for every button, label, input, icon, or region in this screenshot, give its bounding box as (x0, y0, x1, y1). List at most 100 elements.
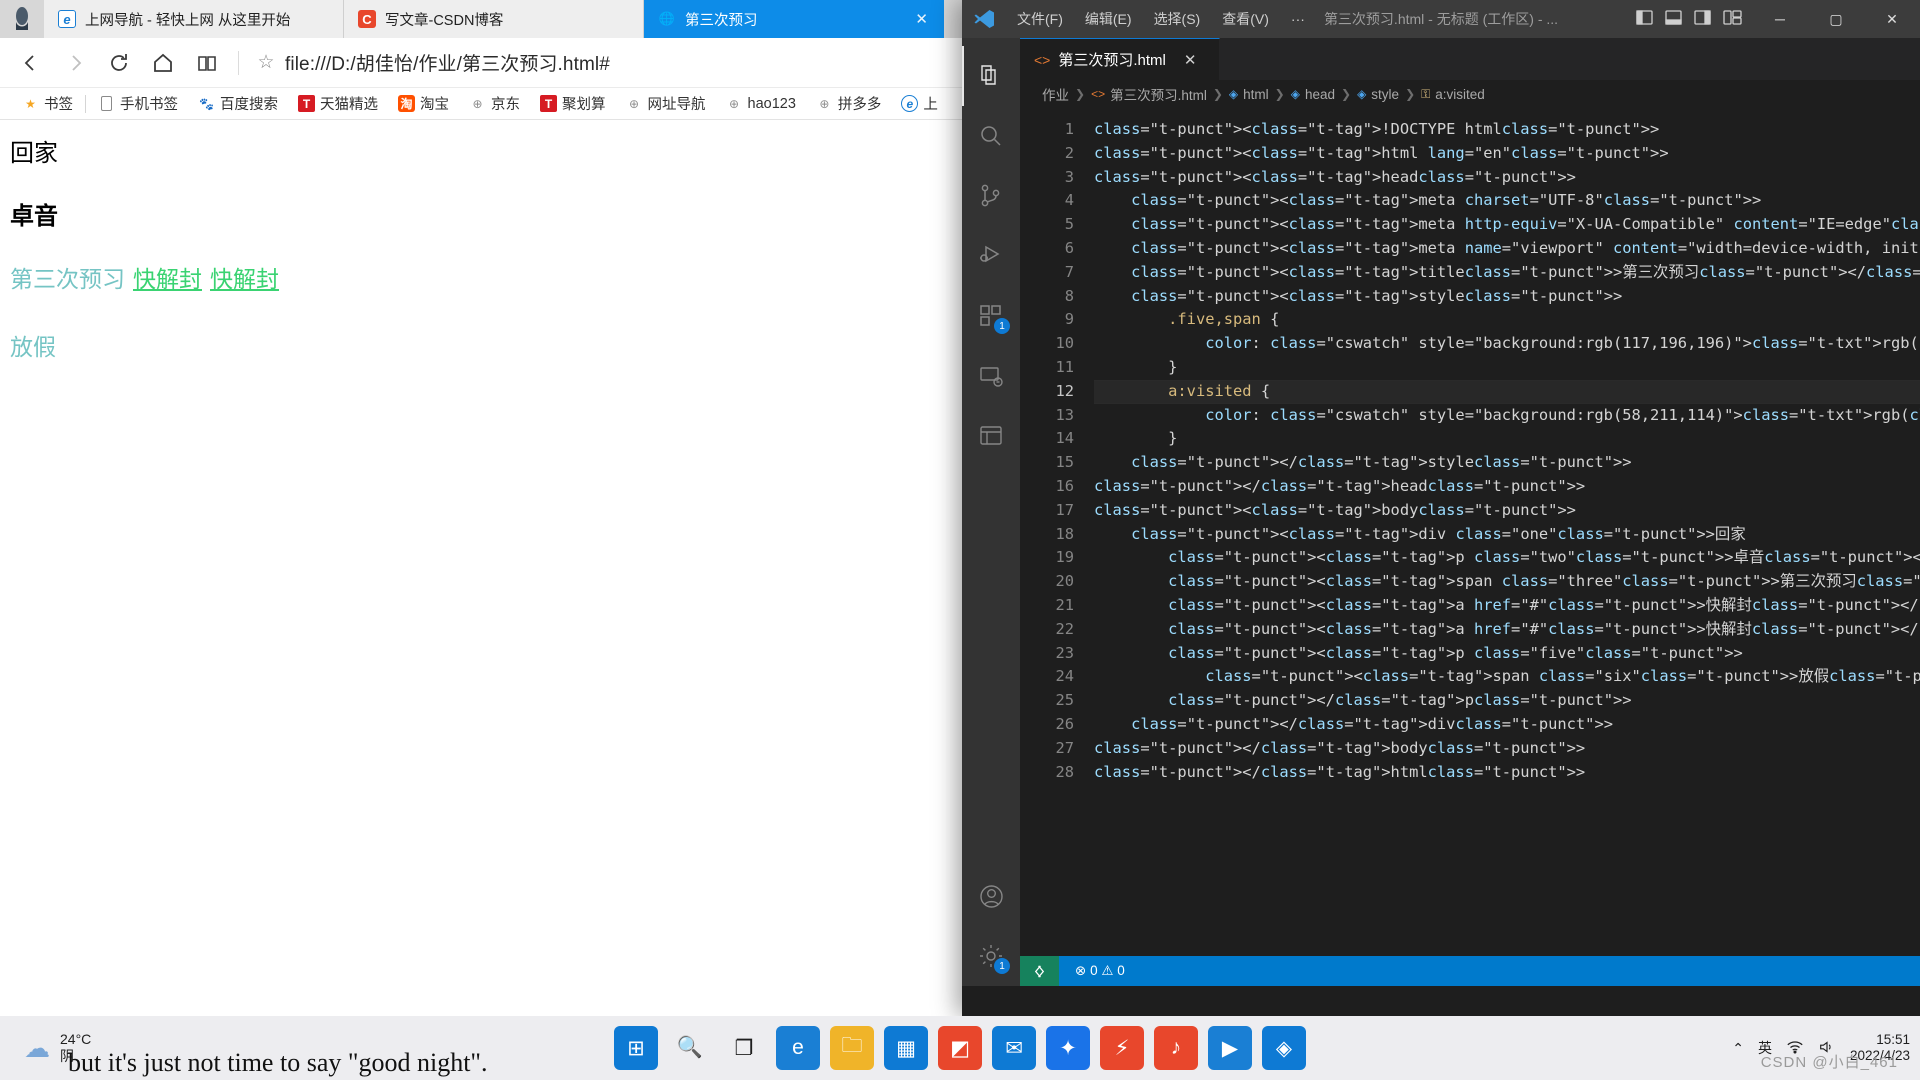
mail-icon[interactable]: ✉ (992, 1026, 1036, 1070)
bookmark-item-6[interactable]: T 聚划算 (530, 93, 616, 114)
task-view-icon[interactable]: ❐ (722, 1026, 766, 1070)
vscode-taskbar-icon[interactable]: ◈ (1262, 1026, 1306, 1070)
editor-tab-active[interactable]: <> 第三次预习.html ✕ (1020, 38, 1220, 80)
test-explorer-icon[interactable] (962, 406, 1020, 466)
menu-edit[interactable]: 编辑(E) (1074, 6, 1143, 32)
tmall-icon: T (298, 95, 315, 112)
bookmark-item-9[interactable]: ⊕ 拼多多 (806, 93, 892, 114)
error-count: 0 (1090, 963, 1098, 978)
video-app-icon[interactable]: ▶ (1208, 1026, 1252, 1070)
panel-right-icon[interactable] (1694, 10, 1711, 28)
close-icon[interactable]: ✕ (915, 10, 928, 28)
breadcrumb-item-5[interactable]: ⚿ a:visited (1421, 87, 1485, 102)
bookmark-item-4[interactable]: 淘 淘宝 (388, 93, 459, 114)
bookmark-item-8[interactable]: ⊕ hao123 (716, 95, 806, 112)
watermark: CSDN @小白_461 (1760, 1054, 1898, 1071)
breadcrumb-item-1[interactable]: <> 第三次预习.html (1091, 84, 1207, 104)
layout-grid-icon[interactable] (1723, 10, 1742, 28)
windows-taskbar: ☁ 24°C 阴 ⊞ 🔍 ❐ e 🗀 ▦ ◩ ✉ ✦ ⚡ ♪ ▶ ◈ ⌃ 英 15:51 2022/4/… (0, 1016, 1920, 1080)
bookmark-star-icon[interactable]: ☆ (249, 51, 283, 74)
home-button[interactable] (142, 42, 184, 84)
bookmark-app-icon[interactable]: ✦ (1046, 1026, 1090, 1070)
vscode-window-controls: ─ ▢ ✕ (1752, 0, 1920, 38)
minimize-button[interactable]: ─ (1752, 0, 1808, 38)
bookmark-divider (85, 94, 86, 113)
panel-left-icon[interactable] (1636, 10, 1653, 28)
bookmark-label: 淘宝 (420, 97, 449, 113)
source-control-icon[interactable] (962, 166, 1020, 226)
menu-more[interactable]: ··· (1280, 8, 1316, 30)
panel-bottom-icon[interactable] (1665, 10, 1682, 28)
bookmark-label: 京东 (491, 97, 520, 113)
extensions-icon[interactable]: 1 (962, 286, 1020, 346)
close-button[interactable]: ✕ (1864, 0, 1920, 38)
close-icon[interactable]: ✕ (1184, 51, 1197, 69)
show-hidden-icons-chevron[interactable]: ⌃ (1732, 1040, 1744, 1057)
browser-tab-3-title: 第三次预习 (685, 12, 758, 29)
bookmark-label: 手机书签 (120, 97, 178, 113)
code-content[interactable]: class="t-punct"><class="t-tag">!DOCTYPE … (1086, 108, 1920, 956)
search-icon[interactable] (962, 106, 1020, 166)
bookmark-item-0[interactable]: ★ 书签 (12, 93, 83, 114)
edge-browser-icon[interactable]: e (776, 1026, 820, 1070)
warning-count: 0 (1117, 963, 1125, 978)
search-taskbar-icon[interactable]: 🔍 (668, 1026, 712, 1070)
explorer-icon[interactable] (962, 46, 1020, 106)
browser-logo-icon (0, 0, 44, 38)
code-editor[interactable]: 1 2 3 4 5 6 7 8 9 10 11 12 13 14 15 16 17 18 19 20 21 22 23 24 2… (1020, 108, 1920, 956)
baidu-icon: 🐾 (199, 96, 214, 111)
bookmark-item-2[interactable]: 🐾 百度搜索 (188, 93, 288, 114)
accounts-icon[interactable] (962, 866, 1020, 926)
bookmark-item-1[interactable]: 手机书签 (88, 93, 188, 114)
page-link-2[interactable]: 快解封 (210, 267, 279, 292)
breadcrumb-label: html (1243, 86, 1269, 102)
globe-icon: ⊕ (628, 96, 640, 111)
globe-icon: ⊕ (728, 96, 740, 111)
extensions-badge: 1 (994, 318, 1010, 334)
maximize-button[interactable]: ▢ (1808, 0, 1864, 38)
office-icon[interactable]: ◩ (938, 1026, 982, 1070)
breadcrumb-item-2[interactable]: ◈ html (1229, 87, 1269, 102)
music-app-icon[interactable]: ♪ (1154, 1026, 1198, 1070)
address-bar[interactable]: file:///D:/胡佳怡/作业/第三次预习.html# (285, 49, 610, 76)
csdn-c-icon: C (358, 10, 376, 28)
browser-tab-3-active[interactable]: 🌐 第三次预习 ✕ (644, 0, 944, 38)
back-button[interactable] (10, 42, 52, 84)
chevron-right-icon: ❯ (1212, 87, 1223, 101)
browser-tab-2[interactable]: C 写文章-CSDN博客 (344, 0, 644, 38)
browser-tab-1[interactable]: e 上网导航 - 轻快上网 从这里开始 (44, 0, 344, 38)
reader-mode-icon[interactable] (186, 42, 228, 84)
menu-file[interactable]: 文件(F) (1006, 6, 1074, 32)
store-icon[interactable]: ▦ (884, 1026, 928, 1070)
remote-window-icon[interactable] (1020, 956, 1059, 986)
remote-explorer-icon[interactable] (962, 346, 1020, 406)
problems-errors[interactable]: ⊗ 0 ⚠ 0 (1075, 963, 1125, 979)
chevron-right-icon: ❯ (1075, 87, 1086, 101)
start-button[interactable]: ⊞ (614, 1026, 658, 1070)
bookmark-label: hao123 (747, 95, 796, 112)
bookmark-item-3[interactable]: T 天猫精选 (288, 93, 388, 114)
bookmark-item-7[interactable]: ⊕ 网址导航 (616, 93, 716, 114)
menu-view[interactable]: 查看(V) (1211, 6, 1280, 32)
menu-selection[interactable]: 选择(S) (1143, 6, 1212, 32)
forward-button[interactable] (54, 42, 96, 84)
star-icon: ★ (25, 96, 36, 111)
chevron-right-icon: ❯ (1274, 87, 1285, 101)
activity-bar: 1 1 (962, 38, 1020, 986)
page-text-six: 放假 (10, 335, 56, 361)
breadcrumb-item-4[interactable]: ◈ style (1357, 87, 1399, 102)
breadcrumb-item-3[interactable]: ◈ head (1291, 87, 1335, 102)
file-explorer-icon[interactable]: 🗀 (830, 1026, 874, 1070)
page-link-1[interactable]: 快解封 (133, 267, 202, 292)
reload-button[interactable] (98, 42, 140, 84)
clock-time: 15:51 (1876, 1031, 1910, 1047)
settings-gear-icon[interactable]: 1 (962, 926, 1020, 986)
globe-icon: ⊕ (472, 96, 483, 111)
warning-icon: ⚠ (1101, 963, 1114, 978)
thunder-download-icon[interactable]: ⚡ (1100, 1026, 1144, 1070)
phone-icon (98, 95, 115, 112)
bookmark-item-10[interactable]: e 上 (891, 93, 948, 114)
run-and-debug-icon[interactable] (962, 226, 1020, 286)
breadcrumb-item-0[interactable]: 作业 (1042, 84, 1069, 104)
bookmark-item-5[interactable]: ⊕ 京东 (459, 93, 530, 114)
